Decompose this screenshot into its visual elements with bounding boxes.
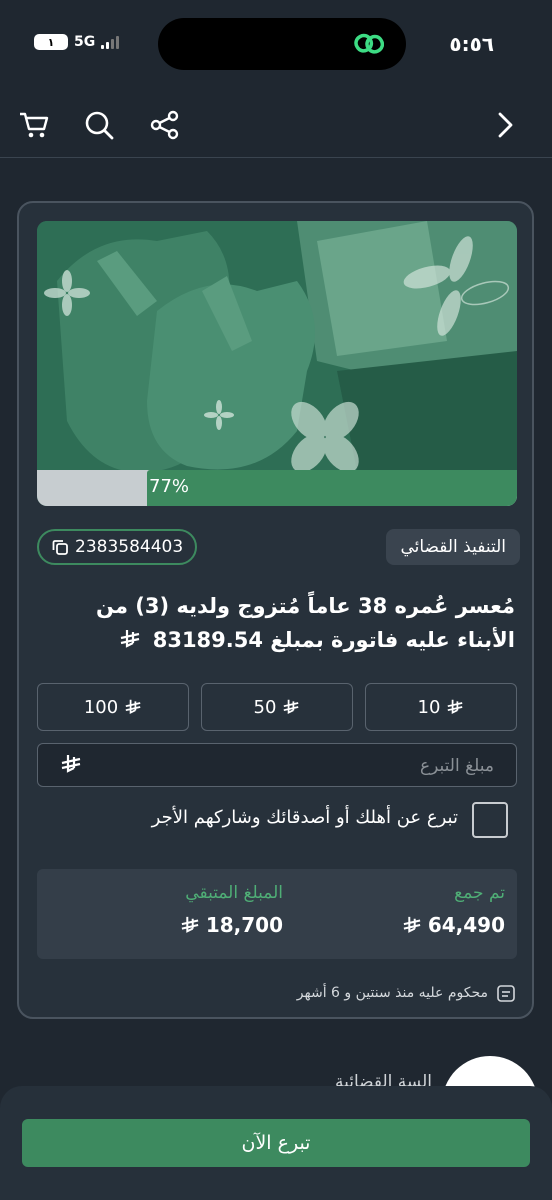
- riyal-icon: [61, 755, 81, 773]
- progress-bar: 77%: [37, 470, 517, 506]
- amount-options: 10 50 100: [37, 683, 517, 731]
- category-tag: التنفيذ القضائي: [386, 529, 520, 565]
- status-left: ١ 5G: [34, 34, 120, 50]
- collected-value-row: 64,490: [402, 913, 505, 937]
- praying-hands-illustration: [37, 221, 517, 506]
- share-icon[interactable]: [149, 109, 181, 141]
- sentence-info: محكوم عليه منذ سنتين و 6 أشهر: [297, 983, 516, 1003]
- amount-value: 100: [83, 696, 119, 718]
- progress-percent: 77%: [149, 476, 190, 497]
- amount-option-50[interactable]: 50: [201, 683, 353, 731]
- link-icon: [354, 33, 384, 54]
- donation-amount-field[interactable]: [37, 743, 517, 788]
- campaign-title: مُعسر عُمره 38 عاماً مُتزوج ولديه (3) من…: [35, 589, 515, 657]
- remaining-value: 18,700: [205, 913, 283, 937]
- amount-option-10[interactable]: 10: [365, 683, 517, 731]
- cart-icon[interactable]: [18, 109, 50, 141]
- riyal-icon: [448, 699, 463, 715]
- amount-option-100[interactable]: 100: [37, 683, 189, 731]
- campaign-card: 77% التنفيذ القضائي 2383584403 مُعسر عُم…: [17, 201, 534, 1019]
- riyal-icon: [403, 916, 421, 933]
- bottom-action-bar: تبرع الآن: [0, 1086, 552, 1200]
- remaining-value-row: 18,700: [180, 913, 283, 937]
- donate-now-button[interactable]: تبرع الآن: [22, 1119, 530, 1167]
- dynamic-island: [158, 18, 406, 70]
- battery-icon: ١: [34, 34, 68, 50]
- top-nav: [0, 95, 552, 158]
- signal-icon: [101, 35, 120, 49]
- case-code: 2383584403: [75, 537, 184, 557]
- riyal-icon: [181, 916, 199, 933]
- search-icon[interactable]: [83, 109, 115, 141]
- copy-icon: [52, 540, 68, 555]
- clock: ٥:٥٦: [449, 32, 494, 56]
- sentence-info-text: محكوم عليه منذ سنتين و 6 أشهر: [296, 985, 488, 1001]
- copy-case-code-button[interactable]: 2383584403: [37, 529, 198, 565]
- donation-stats: تم جمع 64,490 المبلغ المتبقي 18,700: [37, 869, 517, 959]
- donation-amount-input[interactable]: [112, 744, 496, 788]
- network-label: 5G: [74, 34, 96, 50]
- amount-value: 50: [253, 696, 277, 718]
- collected-value: 64,490: [427, 913, 505, 937]
- progress-fill: [147, 470, 517, 506]
- gift-donation-label: تبرع عن أهلك أو أصدقائك وشاركهم الأجر: [151, 807, 458, 828]
- calendar-icon: [497, 985, 515, 1002]
- riyal-icon: [125, 699, 141, 715]
- campaign-title-text: مُعسر عُمره 38 عاماً مُتزوج ولديه (3) من…: [96, 594, 515, 652]
- collected-stat: تم جمع 64,490: [402, 883, 505, 937]
- collected-label: تم جمع: [454, 883, 505, 903]
- remaining-label: المبلغ المتبقي: [185, 883, 283, 903]
- riyal-icon: [284, 699, 299, 715]
- amount-value: 10: [417, 696, 441, 718]
- status-bar: ١ 5G ٥:٥٦: [0, 0, 552, 90]
- remaining-stat: المبلغ المتبقي 18,700: [180, 883, 283, 937]
- chevron-right-icon[interactable]: [490, 109, 522, 141]
- campaign-image: 77%: [37, 221, 517, 506]
- gift-donation-checkbox[interactable]: [472, 802, 508, 838]
- riyal-icon: [121, 630, 140, 648]
